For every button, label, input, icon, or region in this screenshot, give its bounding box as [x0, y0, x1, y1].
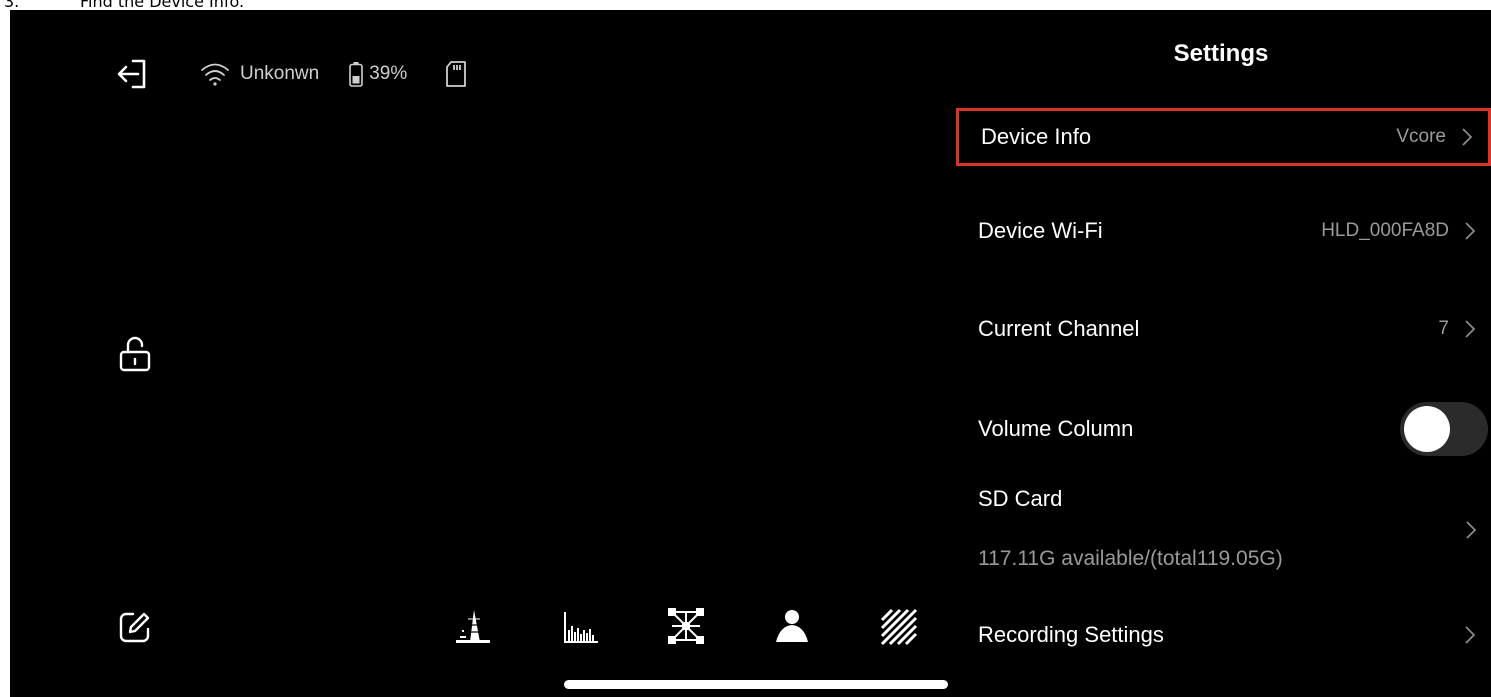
exit-icon[interactable]	[116, 57, 150, 91]
device-wifi-label: Device Wi-Fi	[978, 218, 1103, 243]
battery-level-label: 39%	[369, 63, 408, 84]
current-channel-row[interactable]: Current Channel 7	[956, 300, 1491, 358]
device-info-value: Vcore	[1396, 126, 1446, 147]
top-status-bar: Unkonwn 39%	[116, 56, 467, 92]
battery-icon	[349, 62, 364, 87]
device-wifi-value: HLD_000FA8D	[1321, 220, 1449, 241]
skin-tone-icon[interactable]	[772, 606, 812, 646]
recording-settings-label: Recording Settings	[978, 622, 1164, 647]
caption-text: Find the Device Info.	[80, 0, 245, 10]
chevron-right-icon	[1465, 320, 1476, 338]
wifi-status-label: Unkonwn	[240, 63, 320, 84]
histogram-icon[interactable]	[560, 606, 600, 646]
current-channel-label: Current Channel	[978, 316, 1140, 341]
device-info-row[interactable]: Device Info Vcore	[956, 108, 1491, 166]
toggle-knob	[1404, 406, 1450, 452]
edit-icon[interactable]	[118, 610, 152, 644]
sd-card-capacity: 117.11G available/(total119.05G)	[978, 547, 1283, 570]
sd-card-icon	[446, 61, 467, 87]
focus-peaking-icon[interactable]	[666, 606, 706, 646]
volume-column-toggle[interactable]	[1400, 402, 1488, 456]
chevron-right-icon[interactable]	[1464, 520, 1478, 540]
device-info-label: Device Info	[981, 124, 1092, 149]
app-screen: Unkonwn 39% Settings Device Info Vcore D…	[10, 10, 1491, 697]
caption-number: 3.	[4, 0, 20, 10]
recording-settings-row[interactable]: Recording Settings	[956, 606, 1491, 664]
chevron-right-icon	[1462, 128, 1473, 146]
chevron-right-icon	[1465, 626, 1476, 644]
waveform-icon[interactable]	[452, 606, 492, 646]
device-wifi-row[interactable]: Device Wi-Fi HLD_000FA8D	[956, 202, 1491, 260]
lock-icon[interactable]	[118, 335, 152, 373]
sd-card-label[interactable]: SD Card	[978, 486, 1062, 512]
current-channel-value: 7	[1438, 318, 1449, 339]
settings-title: Settings	[1173, 40, 1269, 67]
chevron-right-icon	[1465, 222, 1476, 240]
document-caption: 3. Find the Device Info.	[0, 0, 1491, 10]
zebra-icon[interactable]	[878, 606, 918, 646]
home-indicator[interactable]	[564, 680, 948, 689]
wifi-icon	[201, 63, 229, 86]
